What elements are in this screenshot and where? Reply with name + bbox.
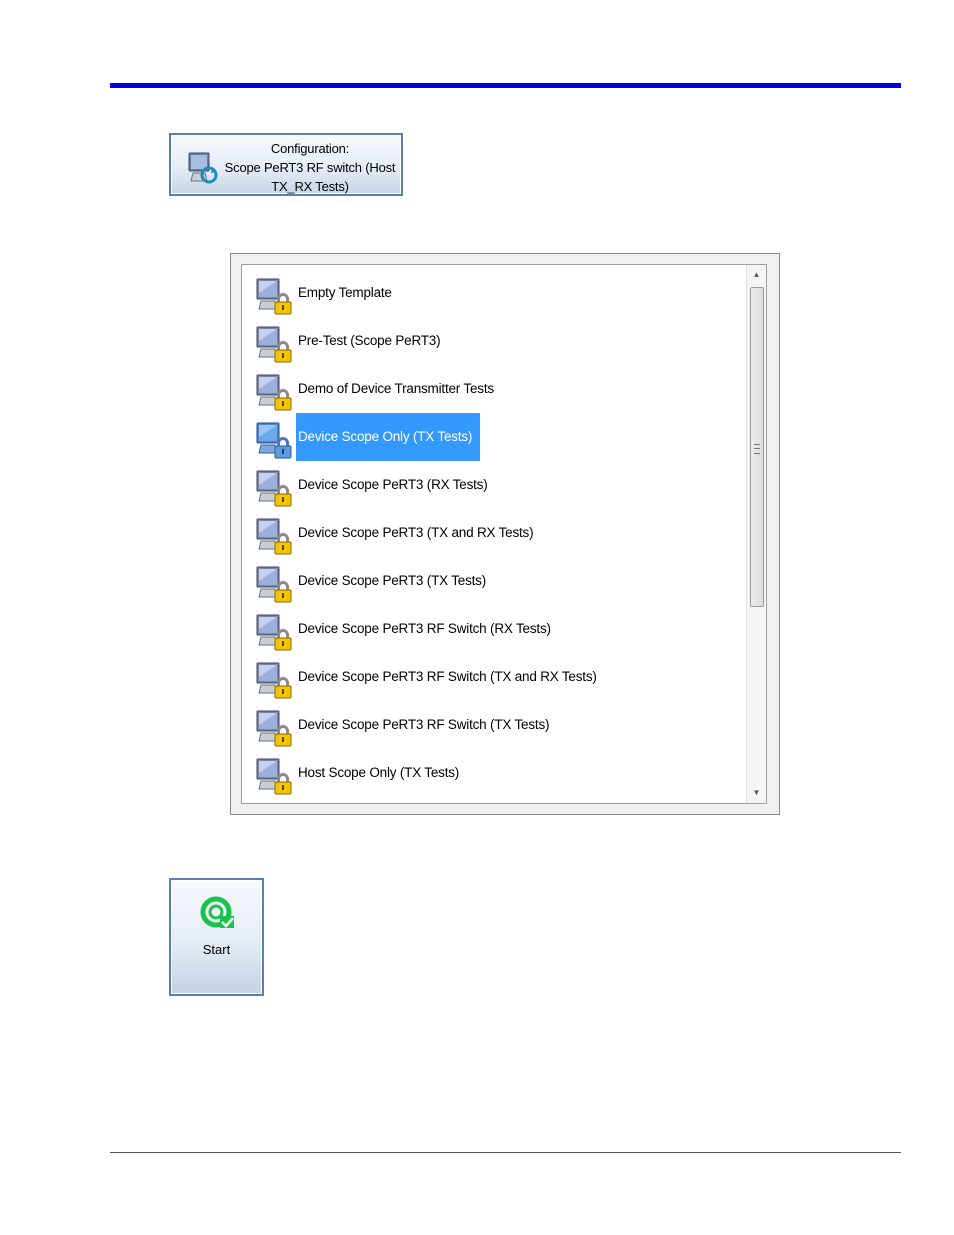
list-item[interactable]: Pre-Test (Scope PeRT3) — [254, 317, 734, 365]
locked-monitor-icon — [254, 613, 294, 651]
start-label: Start — [202, 942, 231, 957]
scroll-up-arrow-icon[interactable]: ▲ — [747, 265, 766, 285]
list-item-label: Host Scope Only (TX Tests) — [298, 765, 460, 780]
locked-monitor-icon — [254, 661, 294, 699]
configuration-button[interactable]: Configuration: Scope PeRT3 RF switch (Ho… — [169, 133, 403, 196]
list-item-label: Device Scope Only (TX Tests) — [296, 413, 481, 461]
list-item[interactable]: Demo of Device Transmitter Tests — [254, 365, 734, 413]
locked-monitor-icon — [254, 709, 294, 747]
locked-monitor-icon — [254, 469, 294, 507]
locked-monitor-icon — [254, 565, 294, 603]
list-item[interactable]: Device Scope PeRT3 RF Switch (TX and RX … — [254, 653, 734, 701]
monitor-refresh-icon — [188, 152, 218, 184]
configuration-list-panel: Empty Template Pre-Test (Scope PeRT3) Demo… — [230, 253, 780, 815]
list-item-label: Device Scope PeRT3 (TX Tests) — [298, 573, 487, 588]
list-item-label: Demo of Device Transmitter Tests — [298, 381, 494, 396]
list-item[interactable]: Device Scope PeRT3 (RX Tests) — [254, 461, 734, 509]
configuration-line-2: Scope PeRT3 RF switch (Host — [224, 160, 396, 175]
configuration-line-1: Configuration: — [270, 141, 350, 156]
header-rule — [110, 83, 901, 88]
list-item-label: Device Scope PeRT3 (TX and RX Tests) — [298, 525, 534, 540]
list-item[interactable]: Device Scope Only (TX Tests) — [254, 413, 734, 461]
list-item[interactable]: Device Scope PeRT3 (TX and RX Tests) — [254, 509, 734, 557]
list-item-label: Empty Template — [298, 285, 392, 300]
locked-monitor-icon — [254, 277, 294, 315]
scroll-down-arrow-icon[interactable]: ▼ — [747, 783, 766, 803]
list-item-label: Pre-Test (Scope PeRT3) — [298, 333, 441, 348]
list-item-label: Device Scope PeRT3 RF Switch (TX Tests) — [298, 717, 550, 732]
configuration-line-3: TX_RX Tests) — [271, 179, 349, 194]
list-item[interactable]: Device Scope PeRT3 RF Switch (TX Tests) — [254, 701, 734, 749]
scroll-thumb[interactable] — [750, 287, 764, 607]
list-item-label: Device Scope PeRT3 RF Switch (TX and RX … — [298, 669, 597, 684]
locked-monitor-icon — [254, 757, 294, 795]
locked-monitor-icon — [254, 421, 294, 459]
list-item[interactable]: Device Scope PeRT3 RF Switch (RX Tests) — [254, 605, 734, 653]
locked-monitor-icon — [254, 517, 294, 555]
start-button[interactable]: Start — [169, 878, 264, 996]
list-item-label: Device Scope PeRT3 RF Switch (RX Tests) — [298, 621, 551, 636]
list-item[interactable]: Host Scope Only (TX Tests) — [254, 749, 734, 797]
list-item-label: Device Scope PeRT3 (RX Tests) — [298, 477, 488, 492]
locked-monitor-icon — [254, 373, 294, 411]
locked-monitor-icon — [254, 325, 294, 363]
list-item[interactable]: Empty Template — [254, 269, 734, 317]
configuration-text: Configuration: Scope PeRT3 RF switch (Ho… — [221, 139, 399, 196]
list-items: Empty Template Pre-Test (Scope PeRT3) Demo… — [242, 265, 746, 803]
scroll-grip-icon — [754, 444, 760, 454]
configuration-list[interactable]: Empty Template Pre-Test (Scope PeRT3) Demo… — [241, 264, 767, 804]
vertical-scrollbar[interactable]: ▲ ▼ — [746, 265, 766, 803]
footer-rule — [110, 1152, 901, 1153]
list-item[interactable]: Device Scope PeRT3 (TX Tests) — [254, 557, 734, 605]
start-check-icon — [200, 896, 234, 928]
